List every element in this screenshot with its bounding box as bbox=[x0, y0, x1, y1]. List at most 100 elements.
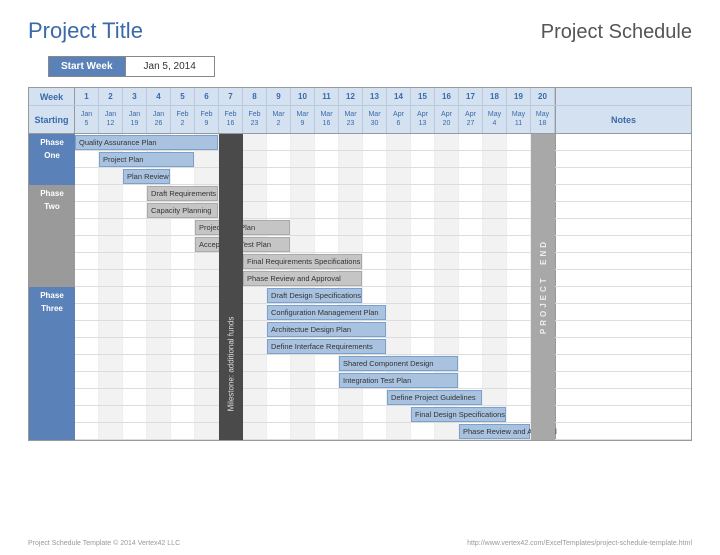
notes-cell[interactable] bbox=[555, 321, 691, 337]
grid-cell bbox=[459, 270, 483, 286]
week-date-10: Mar9 bbox=[291, 106, 315, 133]
grid-cell bbox=[483, 236, 507, 252]
grid-cell bbox=[99, 236, 123, 252]
start-week-value[interactable]: Jan 5, 2014 bbox=[126, 56, 215, 77]
grid-cell bbox=[459, 389, 483, 405]
grid-cell bbox=[195, 423, 219, 439]
grid-cell bbox=[123, 151, 147, 167]
grid-cell bbox=[339, 287, 363, 303]
grid-cell bbox=[147, 253, 171, 269]
grid-cell bbox=[243, 287, 267, 303]
grid-cell bbox=[315, 168, 339, 184]
notes-cell[interactable] bbox=[555, 202, 691, 218]
start-week-control: Start Week Jan 5, 2014 bbox=[48, 56, 215, 77]
grid-cell bbox=[435, 423, 459, 439]
notes-cell[interactable] bbox=[555, 270, 691, 286]
grid-cell bbox=[459, 304, 483, 320]
grid-cell bbox=[435, 253, 459, 269]
grid-cell bbox=[123, 253, 147, 269]
grid-cell bbox=[339, 202, 363, 218]
grid-cell bbox=[123, 287, 147, 303]
notes-cell[interactable] bbox=[555, 355, 691, 371]
notes-cell[interactable] bbox=[555, 151, 691, 167]
grid-cell bbox=[75, 321, 99, 337]
grid-cell bbox=[267, 389, 291, 405]
grid-cell bbox=[507, 338, 531, 354]
grid-cell bbox=[411, 389, 435, 405]
notes-cell[interactable] bbox=[555, 406, 691, 422]
grid-cell bbox=[459, 321, 483, 337]
grid-cell bbox=[243, 406, 267, 422]
week-num-19: 19 bbox=[507, 88, 531, 105]
notes-cell[interactable] bbox=[555, 219, 691, 235]
grid-cell bbox=[483, 287, 507, 303]
grid-cell bbox=[99, 270, 123, 286]
notes-cell[interactable] bbox=[555, 168, 691, 184]
grid-row bbox=[29, 321, 691, 338]
grid-row bbox=[29, 185, 691, 202]
notes-cell[interactable] bbox=[555, 372, 691, 388]
grid-cell bbox=[339, 151, 363, 167]
grid-cell bbox=[291, 406, 315, 422]
grid-cell bbox=[507, 270, 531, 286]
grid-cell bbox=[315, 423, 339, 439]
grid-cell bbox=[291, 151, 315, 167]
notes-cell[interactable] bbox=[555, 389, 691, 405]
grid-cell bbox=[267, 236, 291, 252]
grid-cell bbox=[435, 338, 459, 354]
grid-cell bbox=[75, 338, 99, 354]
grid-cell bbox=[195, 253, 219, 269]
grid-cell bbox=[291, 338, 315, 354]
grid-cell bbox=[267, 355, 291, 371]
grid-cell bbox=[75, 389, 99, 405]
grid-cell bbox=[339, 355, 363, 371]
grid-cell bbox=[483, 270, 507, 286]
notes-header: Notes bbox=[555, 106, 691, 133]
gantt-chart: Week 1234567891011121314151617181920 Sta… bbox=[28, 87, 692, 441]
notes-cell[interactable] bbox=[555, 338, 691, 354]
grid-row bbox=[29, 236, 691, 253]
grid-cell bbox=[291, 270, 315, 286]
grid-cell bbox=[411, 355, 435, 371]
notes-cell[interactable] bbox=[555, 423, 691, 439]
grid-cell bbox=[219, 134, 243, 150]
grid-cell bbox=[291, 168, 315, 184]
grid-cell bbox=[99, 355, 123, 371]
notes-cell[interactable] bbox=[555, 304, 691, 320]
grid-cell bbox=[291, 423, 315, 439]
grid-cell bbox=[339, 423, 363, 439]
week-date-8: Feb23 bbox=[243, 106, 267, 133]
grid-cell bbox=[387, 219, 411, 235]
grid-cell bbox=[267, 423, 291, 439]
week-num-11: 11 bbox=[315, 88, 339, 105]
week-date-19: May11 bbox=[507, 106, 531, 133]
week-date-11: Mar16 bbox=[315, 106, 339, 133]
grid-cell bbox=[75, 355, 99, 371]
grid-cell bbox=[99, 253, 123, 269]
grid-cell bbox=[435, 321, 459, 337]
grid-cell bbox=[195, 406, 219, 422]
grid-row bbox=[29, 270, 691, 287]
grid-cell bbox=[363, 406, 387, 422]
grid-cell bbox=[531, 287, 555, 303]
notes-cell[interactable] bbox=[555, 253, 691, 269]
week-num-6: 6 bbox=[195, 88, 219, 105]
grid-cell bbox=[171, 372, 195, 388]
notes-cell[interactable] bbox=[555, 185, 691, 201]
notes-cell[interactable] bbox=[555, 134, 691, 150]
grid-cell bbox=[75, 236, 99, 252]
grid-cell bbox=[531, 338, 555, 354]
grid-cell bbox=[507, 236, 531, 252]
notes-cell[interactable] bbox=[555, 236, 691, 252]
grid-row bbox=[29, 372, 691, 389]
grid-cell bbox=[483, 338, 507, 354]
grid-cell bbox=[147, 134, 171, 150]
grid-cell bbox=[99, 151, 123, 167]
notes-cell[interactable] bbox=[555, 287, 691, 303]
grid-cell bbox=[195, 219, 219, 235]
grid-cell bbox=[147, 270, 171, 286]
grid-cell bbox=[267, 321, 291, 337]
grid-cell bbox=[219, 253, 243, 269]
grid-cell bbox=[123, 372, 147, 388]
grid-cell bbox=[387, 389, 411, 405]
